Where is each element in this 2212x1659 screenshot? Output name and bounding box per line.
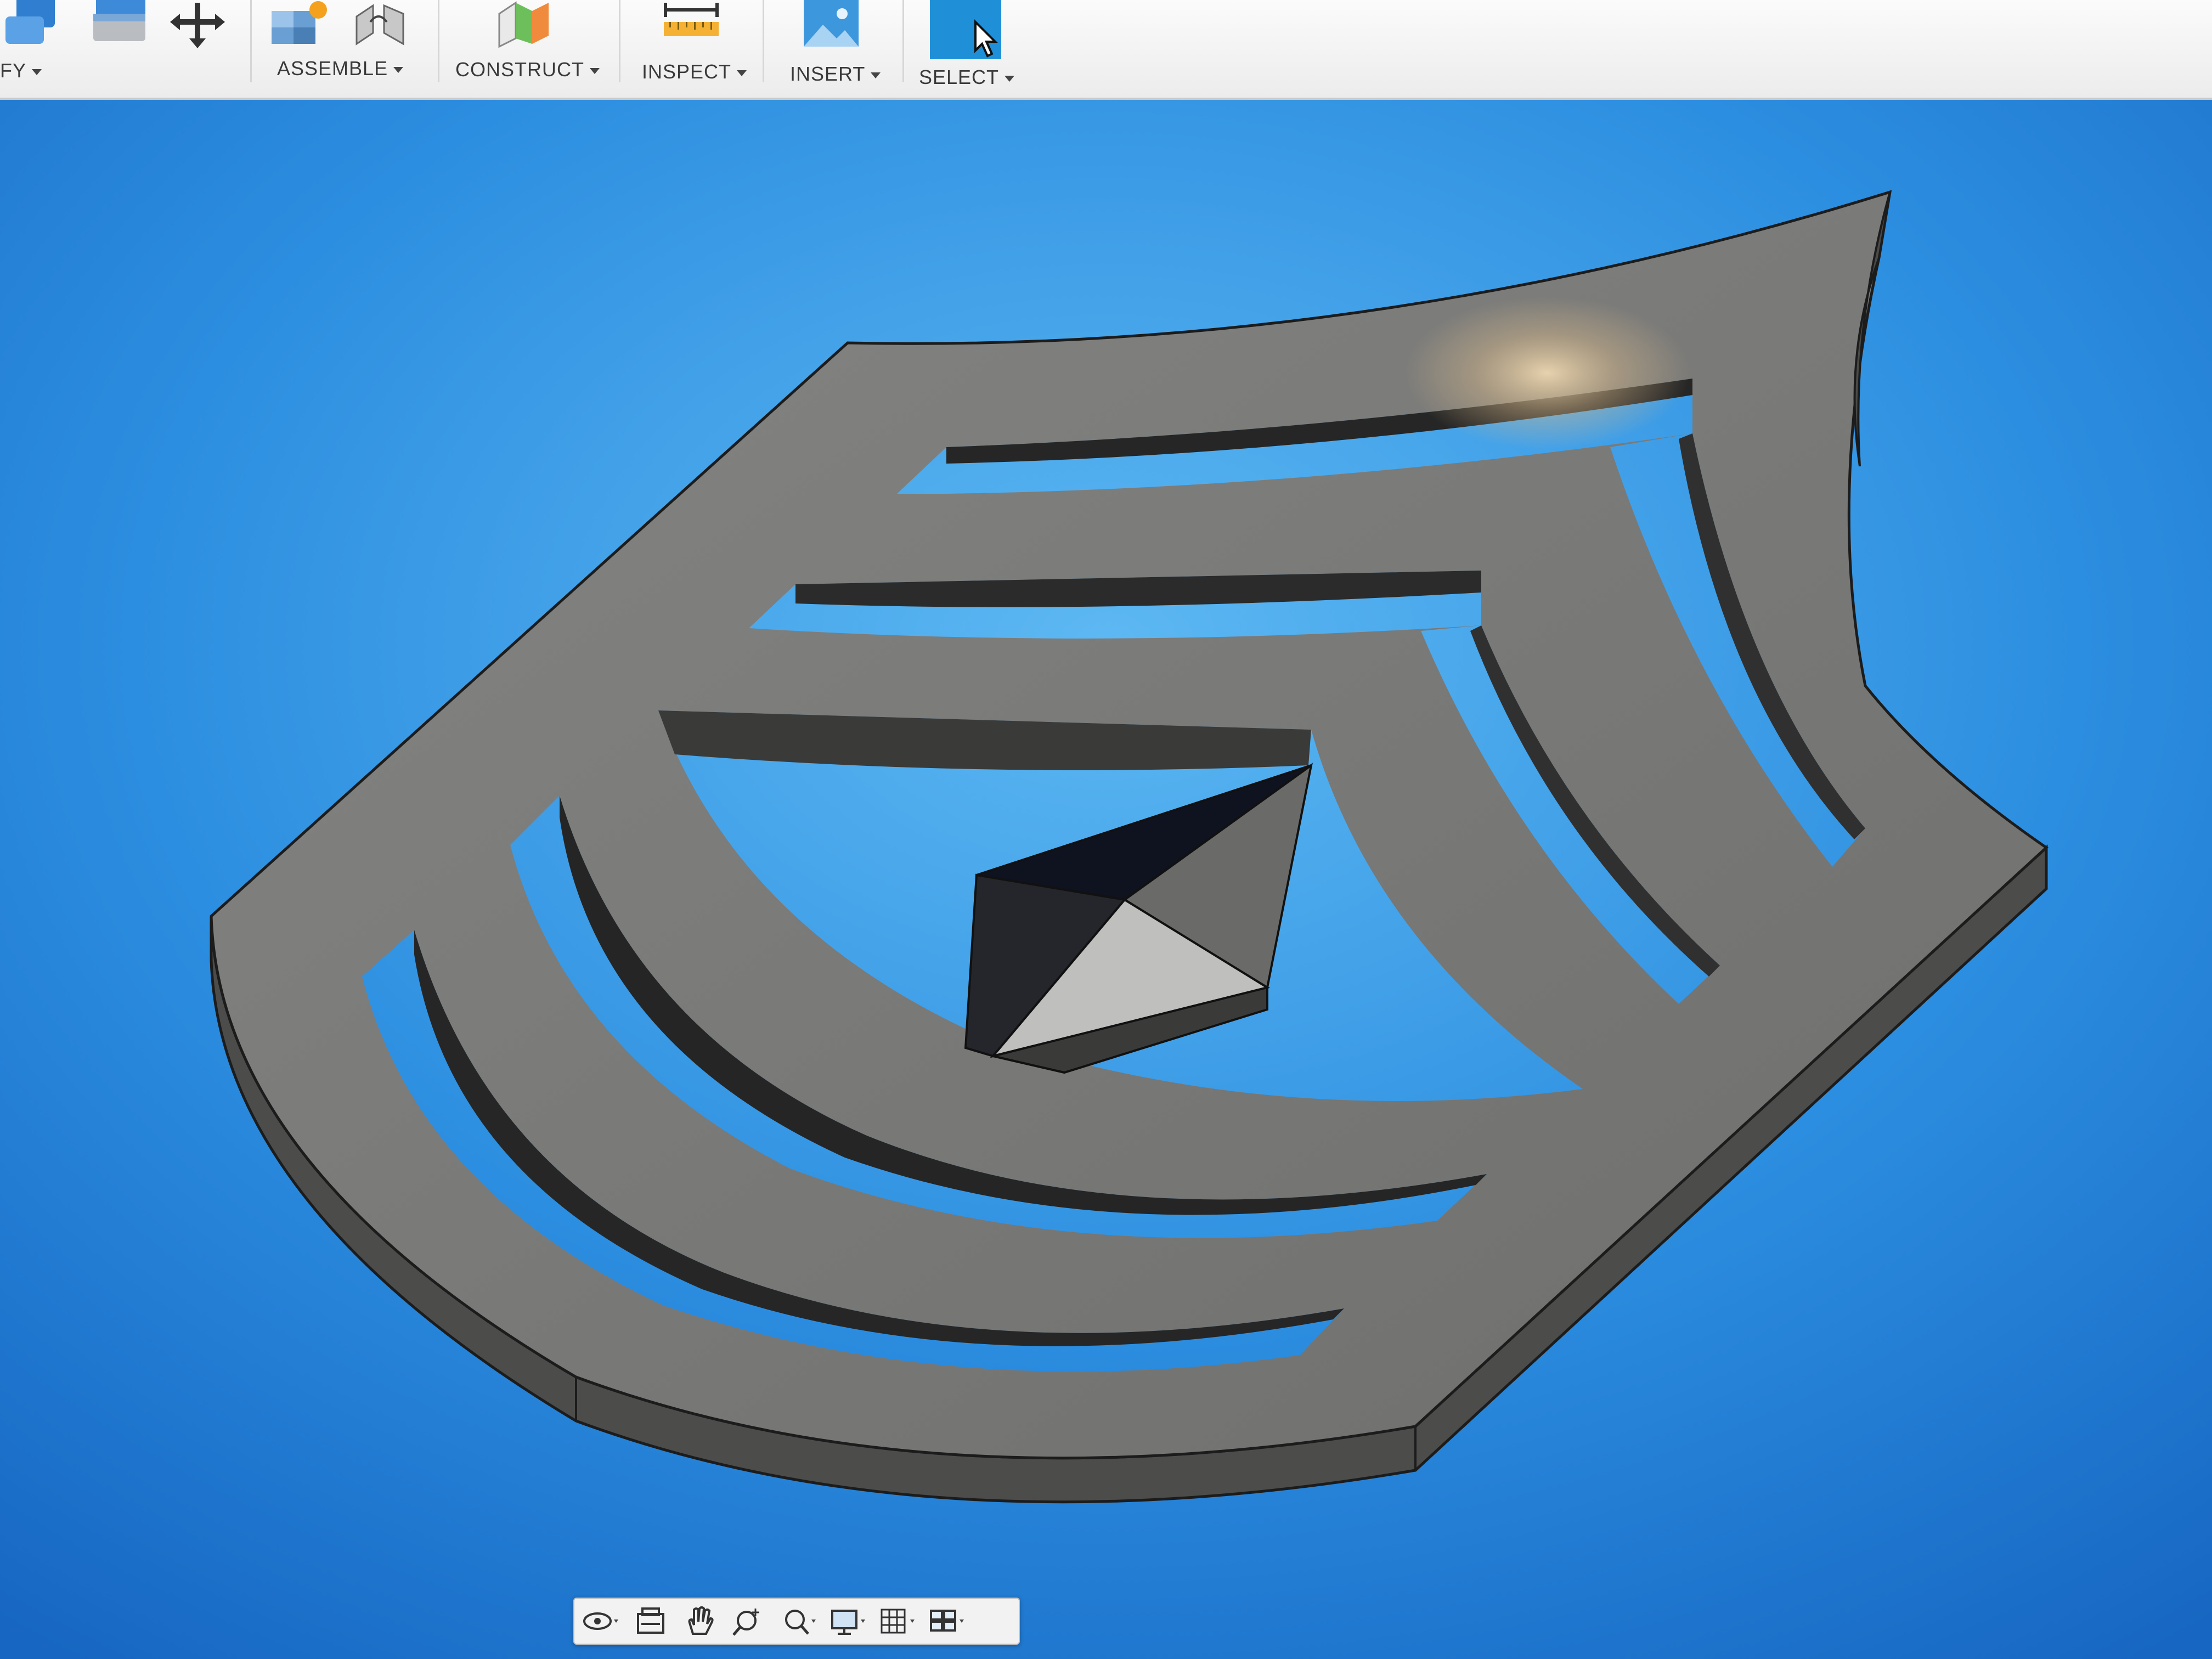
- zoom-window-icon: [785, 1610, 816, 1635]
- chevron-down-icon: [737, 70, 747, 76]
- zoom-window-button[interactable]: [776, 1603, 821, 1639]
- assemble-group[interactable]: ASSEMBLE: [258, 0, 433, 93]
- pan-button[interactable]: [678, 1603, 723, 1639]
- look-at-icon: [637, 1607, 664, 1634]
- inspect-group[interactable]: INSPECT: [625, 0, 757, 93]
- construct-plane-icon[interactable]: [494, 0, 554, 49]
- zoom-button[interactable]: [727, 1603, 772, 1639]
- toolbar-divider: [250, 0, 252, 82]
- select-group[interactable]: SELECT: [908, 0, 1051, 93]
- chevron-down-icon: [32, 69, 42, 75]
- toolbar-divider: [438, 0, 439, 82]
- modify-label: FY: [0, 59, 27, 82]
- display-settings-icon: [831, 1610, 865, 1635]
- navigation-bar: [573, 1598, 1020, 1645]
- joint-icon[interactable]: [351, 0, 411, 49]
- shell-icon[interactable]: [91, 0, 151, 47]
- grid-icon: [881, 1609, 915, 1634]
- inspect-label: INSPECT: [642, 60, 732, 83]
- chevron-down-icon: [1005, 75, 1015, 82]
- insert-label: INSERT: [790, 63, 866, 85]
- chevron-down-icon: [589, 67, 600, 74]
- viewports-button[interactable]: [924, 1603, 969, 1639]
- move-arrows-icon[interactable]: [165, 0, 230, 49]
- grid-settings-button[interactable]: [875, 1603, 920, 1639]
- select-cursor-icon[interactable]: [927, 0, 1004, 60]
- insert-image-icon[interactable]: [801, 0, 861, 49]
- select-label: SELECT: [919, 66, 1000, 88]
- measure-icon[interactable]: [661, 0, 721, 44]
- construct-group[interactable]: CONSTRUCT: [444, 0, 614, 93]
- canvas-viewport[interactable]: [0, 100, 2212, 1659]
- new-component-icon[interactable]: [269, 0, 329, 49]
- chevron-down-icon: [871, 72, 881, 78]
- modify-group[interactable]: FY: [0, 0, 241, 93]
- toolbar-divider: [763, 0, 764, 82]
- assemble-label: ASSEMBLE: [277, 57, 388, 80]
- viewports-icon: [930, 1610, 964, 1632]
- pan-hand-icon: [688, 1606, 714, 1635]
- toolbar: FY ASSEMBLE CONSTRUCT INSPECT INSERT SEL…: [0, 0, 2212, 100]
- toolbar-divider: [619, 0, 620, 82]
- chevron-down-icon: [393, 66, 404, 73]
- orbit-button[interactable]: [579, 1603, 624, 1639]
- orbit-icon: [583, 1612, 618, 1630]
- screen-glare: [1404, 296, 1690, 450]
- insert-group[interactable]: INSERT: [768, 0, 900, 93]
- display-settings-button[interactable]: [826, 1603, 871, 1639]
- construct-label: CONSTRUCT: [455, 58, 584, 81]
- zoom-icon: [732, 1609, 759, 1636]
- look-at-button[interactable]: [628, 1603, 673, 1639]
- press-pull-icon[interactable]: [5, 0, 71, 44]
- toolbar-divider: [902, 0, 904, 82]
